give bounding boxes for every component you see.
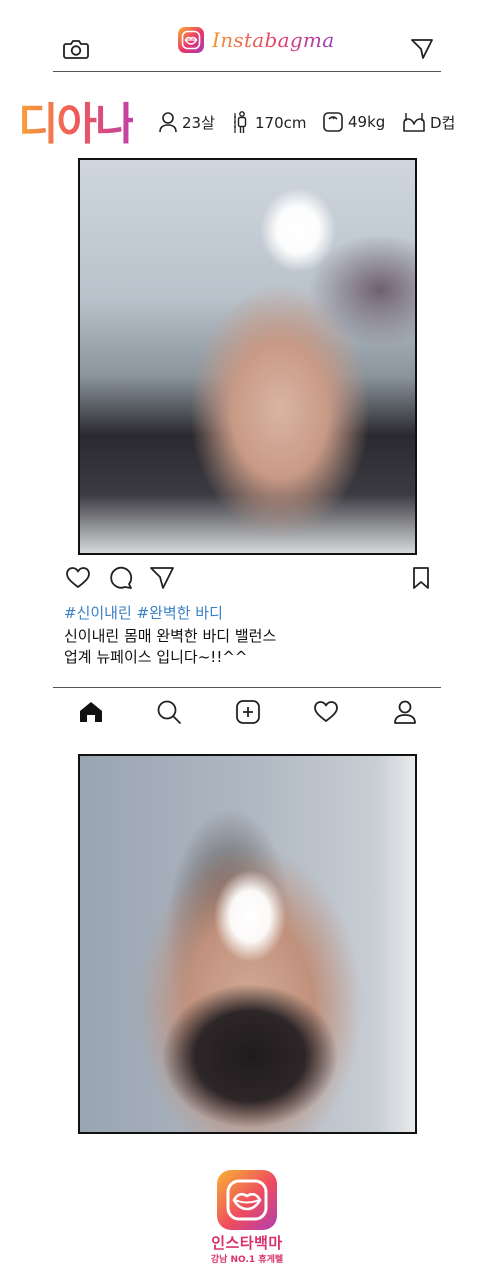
stat-cup: D컵 bbox=[402, 111, 455, 133]
post-photo[interactable] bbox=[78, 158, 417, 555]
profile-icon[interactable] bbox=[393, 699, 417, 725]
stat-height: 170cm bbox=[233, 111, 307, 135]
stat-cup-value: D컵 bbox=[430, 113, 456, 132]
person-icon bbox=[159, 112, 177, 133]
profile-name: 디아나 bbox=[18, 88, 135, 152]
scale-icon bbox=[323, 112, 343, 132]
post-photo-2[interactable] bbox=[78, 754, 417, 1134]
footer-tagline: 강남 NO.1 휴게텔 bbox=[210, 1255, 284, 1265]
nav-divider bbox=[53, 687, 441, 688]
caption-line: 신이내린 몸매 완벽한 바디 밸런스 bbox=[64, 627, 277, 645]
bra-icon bbox=[403, 113, 425, 132]
stat-age: 23살 bbox=[158, 111, 215, 133]
share-icon[interactable] bbox=[149, 566, 175, 590]
bookmark-icon[interactable] bbox=[411, 566, 431, 590]
footer-logo-icon bbox=[217, 1170, 277, 1230]
height-icon bbox=[234, 111, 247, 133]
footer-brand-name: 인스타백마 bbox=[211, 1234, 283, 1252]
brand-name: Instabagma bbox=[212, 28, 335, 52]
header-divider bbox=[53, 71, 441, 72]
caption-line: 업계 뉴페이스 입니다~!!^^ bbox=[64, 648, 248, 666]
camera-icon[interactable] bbox=[63, 38, 89, 60]
post-hashtags[interactable]: #신이내린 #완벽한 바디 bbox=[64, 602, 223, 623]
search-icon[interactable] bbox=[156, 699, 182, 725]
stat-weight-value: 49kg bbox=[348, 113, 386, 131]
stat-age-value: 23살 bbox=[182, 113, 215, 132]
send-icon[interactable] bbox=[410, 38, 434, 60]
add-post-icon[interactable] bbox=[235, 699, 261, 725]
comment-icon[interactable] bbox=[108, 566, 134, 590]
activity-heart-icon[interactable] bbox=[313, 700, 339, 724]
brand-logo[interactable]: Instabagma bbox=[178, 24, 334, 56]
post-caption: 신이내린 몸매 완벽한 바디 밸런스 업계 뉴페이스 입니다~!!^^ bbox=[64, 626, 276, 668]
lips-logo-icon bbox=[178, 27, 204, 53]
home-icon[interactable] bbox=[78, 700, 104, 724]
stat-height-value: 170cm bbox=[255, 114, 307, 132]
stat-weight: 49kg bbox=[322, 111, 385, 133]
heart-icon[interactable] bbox=[65, 566, 91, 590]
